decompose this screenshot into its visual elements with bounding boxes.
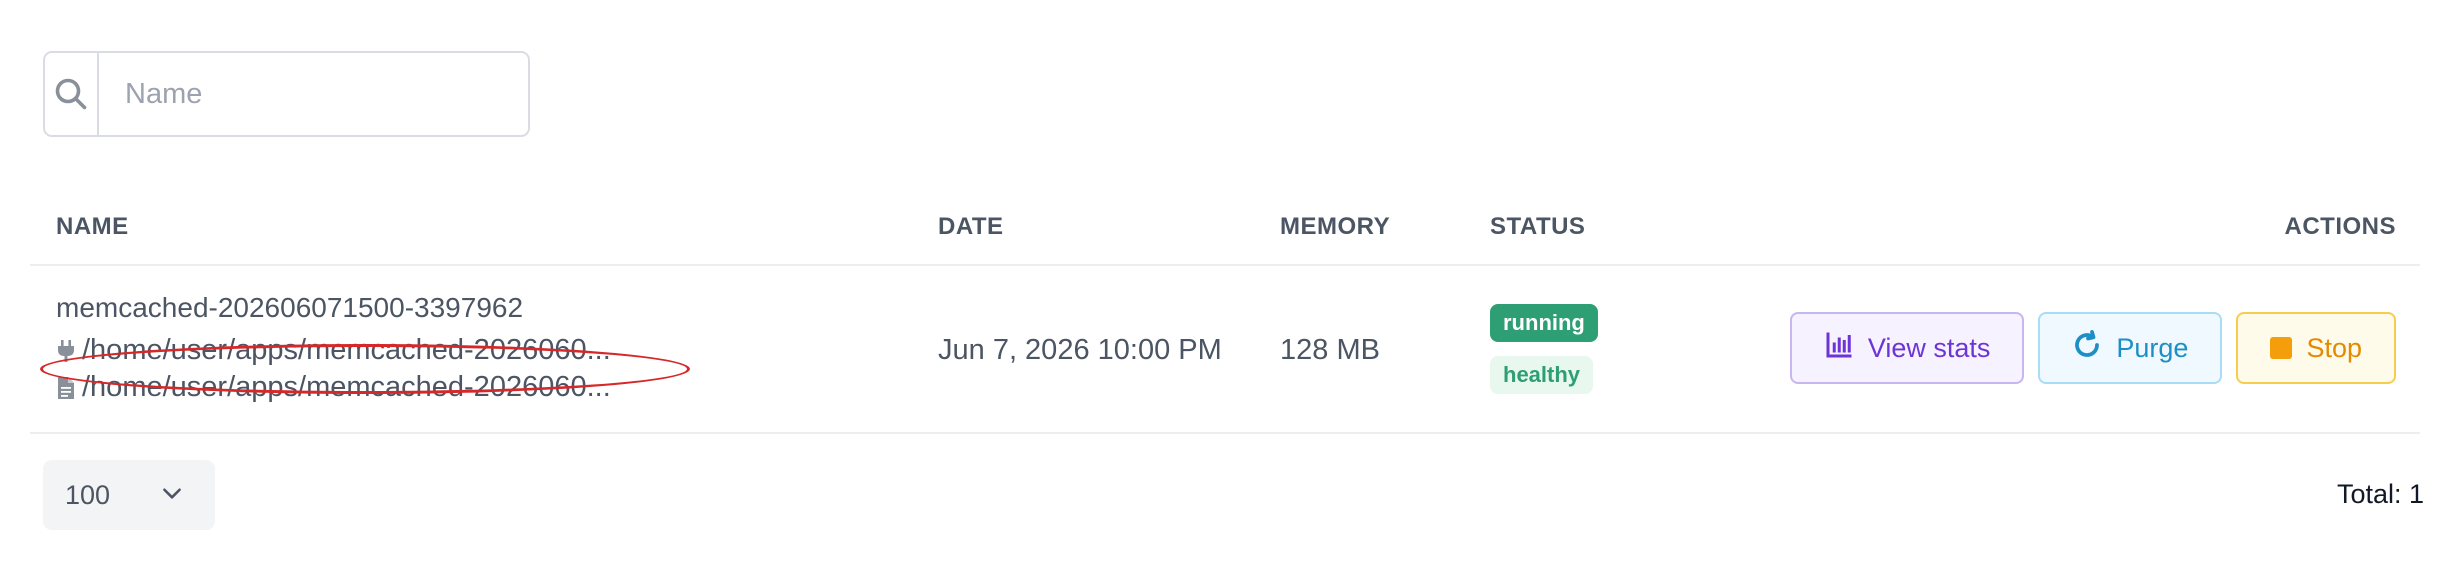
view-stats-label: View stats: [1867, 332, 1991, 363]
bar-chart-icon: [1824, 330, 1854, 367]
stop-label: Stop: [2306, 332, 2362, 363]
search-input[interactable]: [99, 53, 528, 135]
memory-cell: 128 MB: [1280, 334, 1380, 366]
column-header-name[interactable]: NAME: [56, 213, 129, 241]
purge-button[interactable]: Purge: [2038, 312, 2223, 384]
column-header-status[interactable]: STATUS: [1490, 213, 1585, 241]
health-badge: healthy: [1490, 356, 1594, 394]
refresh-icon: [2072, 329, 2102, 367]
socket-path-line: /home/user/apps/memcached-2026060...: [56, 334, 611, 367]
page-size-value: 100: [65, 479, 111, 510]
view-stats-button[interactable]: View stats: [1789, 312, 2025, 384]
instance-name[interactable]: memcached-202606071500-3397962: [56, 292, 611, 324]
config-path-line: /home/user/apps/memcached-2026060...: [56, 371, 611, 404]
socket-path: /home/user/apps/memcached-2026060...: [82, 334, 611, 366]
total-count: Total: 1: [2336, 479, 2424, 509]
stop-icon: [2270, 337, 2293, 359]
search-icon: [45, 53, 99, 135]
purge-label: Purge: [2116, 332, 2189, 363]
stop-button[interactable]: Stop: [2236, 312, 2396, 384]
column-header-actions: ACTIONS: [2284, 213, 2396, 240]
name-cell: memcached-202606071500-3397962 /home/use…: [40, 292, 690, 404]
column-header-date[interactable]: DATE: [938, 213, 1004, 241]
table-header: NAME DATE MEMORY STATUS ACTIONS: [30, 190, 2420, 266]
page-size-select[interactable]: 100: [43, 460, 215, 530]
status-badge: running: [1490, 304, 1598, 342]
file-icon: [56, 375, 76, 401]
status-cell: running healthy: [1490, 304, 1598, 394]
table-row: memcached-202606071500-3397962 /home/use…: [30, 266, 2420, 434]
search-box: [43, 51, 530, 137]
column-header-memory[interactable]: MEMORY: [1280, 213, 1390, 241]
date-cell: Jun 7, 2026 10:00 PM: [938, 334, 1222, 366]
page: NAME DATE MEMORY STATUS ACTIONS memcache…: [0, 0, 2454, 568]
row-actions: View stats Purge Stop: [1789, 312, 2396, 384]
instances-table: NAME DATE MEMORY STATUS ACTIONS memcache…: [30, 190, 2420, 434]
plug-icon: [56, 338, 76, 364]
config-path: /home/user/apps/memcached-2026060...: [82, 371, 611, 403]
chevron-down-icon: [159, 480, 185, 511]
